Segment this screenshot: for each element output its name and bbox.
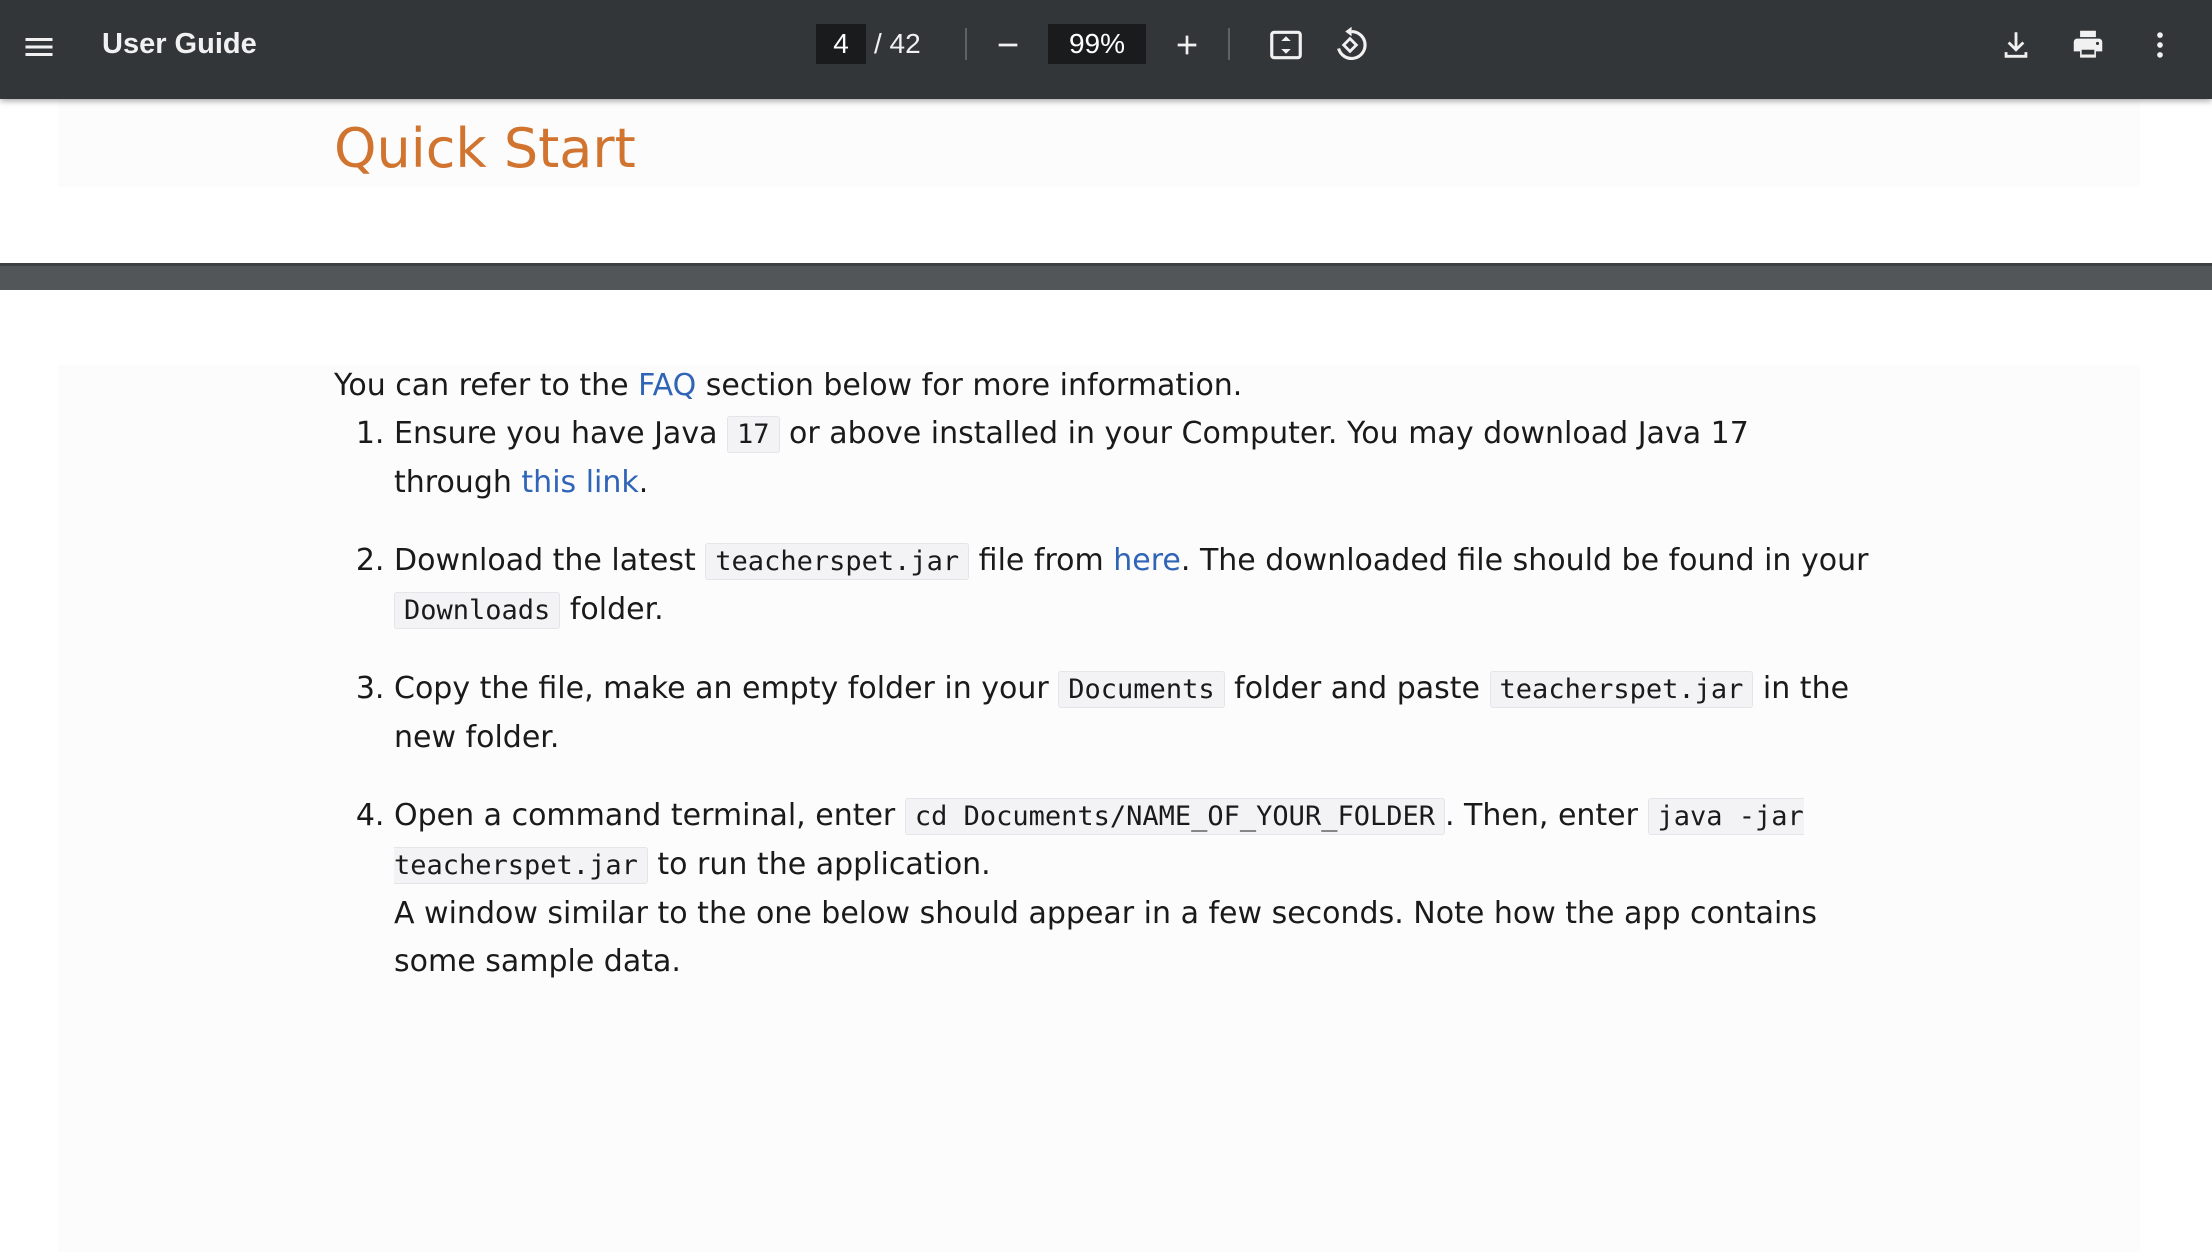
step-text: Ensure you have Java [394, 416, 727, 451]
fit-to-page-icon [1270, 30, 1302, 60]
inline-code: cd Documents/NAME_OF_YOUR_FOLDER [904, 798, 1445, 835]
zoom-level-input[interactable] [1048, 24, 1146, 64]
step-item: Ensure you have Java 17 or above install… [394, 410, 1874, 507]
zoom-out-icon [998, 43, 1018, 47]
step-text: folder and paste [1224, 671, 1490, 706]
inline-code: Documents [1058, 671, 1225, 708]
print-icon [2073, 30, 2103, 58]
menu-icon [25, 38, 53, 56]
inline-code: teacherspet.jar [1489, 671, 1754, 708]
document-title: User Guide [102, 28, 257, 60]
zoom-in-button[interactable] [1162, 20, 1212, 70]
zoom-in-icon [1177, 35, 1197, 55]
inline-code: 17 [727, 416, 780, 453]
java-download-link[interactable]: this link [521, 465, 638, 500]
pdf-toolbar: User Guide / 42 [0, 0, 2212, 99]
faq-link[interactable]: FAQ [638, 368, 696, 403]
page-body: You can refer to the FAQ section below f… [334, 362, 1874, 1016]
previous-page: Quick Start [0, 99, 2212, 263]
step-text: Copy the file, make an empty folder in y… [394, 671, 1059, 706]
page-number-input[interactable] [816, 24, 866, 64]
zoom-out-button[interactable] [983, 20, 1033, 70]
step-text: Open a command terminal, enter [394, 798, 905, 833]
print-button[interactable] [2063, 20, 2113, 70]
inline-code: teacherspet.jar [705, 543, 970, 580]
step-text: to run the application. [647, 847, 991, 882]
pdf-viewer[interactable]: Quick Start You can refer to the FAQ sec… [0, 99, 2212, 1252]
page-total: / 42 [874, 28, 921, 59]
section-heading: Quick Start [334, 117, 636, 180]
setup-steps: Ensure you have Java 17 or above install… [334, 410, 1874, 986]
inline-code: Downloads [394, 592, 561, 629]
more-options-button[interactable] [2135, 20, 2185, 70]
download-icon [2004, 32, 2028, 58]
intro-text: You can refer to the [334, 368, 639, 403]
toolbar-separator [1228, 28, 1230, 60]
current-page: You can refer to the FAQ section below f… [0, 290, 2212, 1252]
toolbar-separator [965, 28, 967, 60]
menu-button[interactable] [14, 22, 64, 72]
rotate-icon [1337, 26, 1367, 61]
more-vert-icon [2157, 32, 2163, 58]
step-text: Download the latest [394, 543, 706, 578]
intro-text: section below for more information. [696, 368, 1243, 403]
page-divider [0, 263, 2212, 290]
step-note: A window similar to the one below should… [394, 896, 1818, 979]
step-text: . Then, enter [1444, 798, 1648, 833]
step-item: Copy the file, make an empty folder in y… [394, 665, 1874, 762]
step-text: . The downloaded file should be found in… [1180, 543, 1869, 578]
download-button[interactable] [1991, 20, 2041, 70]
jar-download-link[interactable]: here [1113, 543, 1181, 578]
step-item: Open a command terminal, enter cd Docume… [394, 792, 1874, 986]
intro-paragraph: You can refer to the FAQ section below f… [334, 362, 1874, 410]
rotate-button[interactable] [1325, 20, 1375, 70]
fit-to-page-button[interactable] [1261, 20, 1311, 70]
step-text: folder. [560, 592, 664, 627]
step-item: Download the latest teacherspet.jar file… [394, 537, 1874, 635]
step-text: . [638, 465, 649, 500]
step-text: file from [969, 543, 1114, 578]
